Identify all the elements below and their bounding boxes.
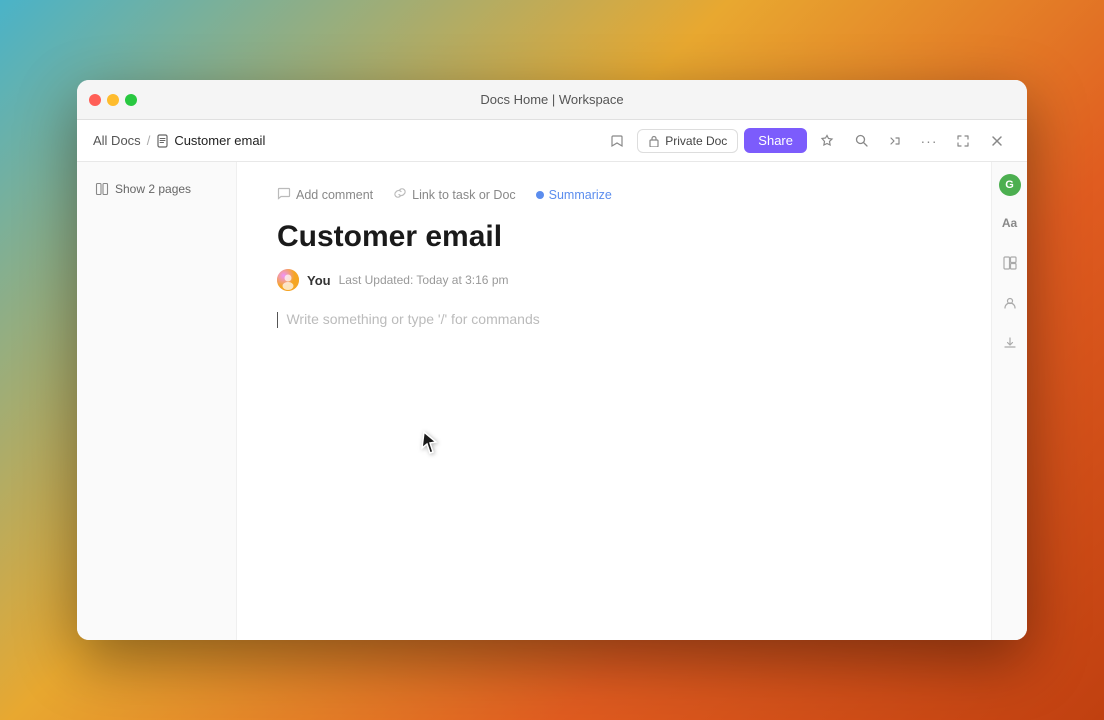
summarize-label: Summarize xyxy=(549,188,612,202)
doc-meta: You Last Updated: Today at 3:16 pm xyxy=(277,269,951,291)
export-button[interactable] xyxy=(881,127,909,155)
author-avatar xyxy=(277,269,299,291)
breadcrumb-current-label: Customer email xyxy=(174,133,265,148)
doc-editor[interactable]: Write something or type '/' for commands xyxy=(277,311,951,329)
add-comment-button[interactable]: Add comment xyxy=(277,186,373,203)
close-window-button[interactable] xyxy=(89,94,101,106)
download-button[interactable] xyxy=(997,330,1023,356)
more-options-button[interactable]: ··· xyxy=(915,127,943,155)
editor-cursor xyxy=(277,312,278,328)
show-pages-label: Show 2 pages xyxy=(115,182,191,196)
summarize-dot-icon xyxy=(536,191,544,199)
minimize-window-button[interactable] xyxy=(107,94,119,106)
toolbar-right: Private Doc Share ··· xyxy=(603,127,1011,155)
link-task-label: Link to task or Doc xyxy=(412,188,516,202)
window-title: Docs Home | Workspace xyxy=(480,92,623,107)
expand-button[interactable] xyxy=(949,127,977,155)
private-doc-button[interactable]: Private Doc xyxy=(637,129,738,153)
link-task-button[interactable]: Link to task or Doc xyxy=(393,186,516,203)
format-icon: Aa xyxy=(1002,216,1017,230)
breadcrumb-separator: / xyxy=(147,133,151,148)
comment-icon xyxy=(277,186,291,203)
bookmark-icon-button[interactable] xyxy=(603,127,631,155)
link-icon xyxy=(393,186,407,203)
search-button[interactable] xyxy=(847,127,875,155)
breadcrumb-current: Customer email xyxy=(156,133,265,148)
right-sidebar: G Aa xyxy=(991,162,1027,640)
close-button[interactable] xyxy=(983,127,1011,155)
format-button[interactable]: Aa xyxy=(997,210,1023,236)
action-bar: Add comment Link to task or Doc xyxy=(277,186,951,203)
add-comment-label: Add comment xyxy=(296,188,373,202)
breadcrumb: All Docs / Customer email xyxy=(93,133,595,148)
ai-badge[interactable]: G xyxy=(999,174,1021,196)
breadcrumb-parent[interactable]: All Docs xyxy=(93,133,141,148)
doc-icon xyxy=(156,134,170,148)
content-area: Add comment Link to task or Doc xyxy=(237,162,1027,640)
summarize-button[interactable]: Summarize xyxy=(536,188,612,202)
maximize-window-button[interactable] xyxy=(125,94,137,106)
last-updated: Last Updated: Today at 3:16 pm xyxy=(339,273,509,287)
doc-title[interactable]: Customer email xyxy=(277,219,951,255)
share-button[interactable]: Share xyxy=(744,128,807,153)
toolbar: All Docs / Customer email xyxy=(77,120,1027,162)
main-layout: Show 2 pages Add comment xyxy=(77,162,1027,640)
show-pages-button[interactable]: Show 2 pages xyxy=(89,178,197,200)
layout-button[interactable] xyxy=(997,250,1023,276)
users-button[interactable] xyxy=(997,290,1023,316)
private-doc-label: Private Doc xyxy=(665,134,727,148)
title-bar: Docs Home | Workspace xyxy=(77,80,1027,120)
app-window: Docs Home | Workspace All Docs / Custome… xyxy=(77,80,1027,640)
editor-placeholder: Write something or type '/' for commands xyxy=(286,311,539,327)
star-button[interactable] xyxy=(813,127,841,155)
doc-content[interactable]: Add comment Link to task or Doc xyxy=(237,162,991,640)
author-name: You xyxy=(307,273,331,288)
left-sidebar: Show 2 pages xyxy=(77,162,237,640)
traffic-lights xyxy=(89,94,137,106)
